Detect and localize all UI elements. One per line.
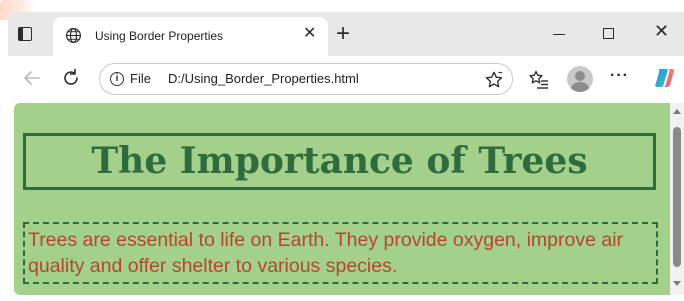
favorites-icon[interactable] — [528, 68, 550, 90]
profile-avatar-icon[interactable] — [567, 66, 593, 92]
tab-close-icon[interactable]: ✕ — [303, 26, 316, 42]
globe-icon — [65, 27, 82, 44]
back-arrow-icon[interactable] — [21, 67, 43, 89]
minimize-icon[interactable] — [553, 34, 565, 36]
page-viewport: The Importance of Trees Trees are essent… — [14, 103, 670, 295]
address-bar[interactable]: i File D:/Using_Border_Properties.html — [99, 63, 513, 95]
scroll-up-arrow-icon[interactable] — [673, 109, 681, 114]
maximize-icon[interactable] — [603, 28, 614, 39]
scheme-label: File — [130, 71, 151, 86]
browser-window: Using Border Properties ✕ + ✕ i File D:/… — [0, 0, 684, 301]
star-icon[interactable] — [484, 70, 504, 90]
tab-actions-icon[interactable] — [18, 27, 32, 41]
page-paragraph: Trees are essential to life on Earth. Th… — [28, 229, 624, 277]
page-heading: The Importance of Trees — [91, 140, 588, 182]
paragraph-dashed-box: Trees are essential to life on Earth. Th… — [23, 222, 658, 284]
heading-bordered-box: The Importance of Trees — [23, 133, 656, 190]
tab-title: Using Border Properties — [95, 29, 224, 43]
more-options-icon[interactable]: ··· — [610, 68, 629, 84]
scroll-down-arrow-icon[interactable] — [673, 281, 681, 286]
new-tab-button[interactable]: + — [336, 22, 350, 46]
vertical-scrollbar[interactable] — [670, 103, 684, 295]
tab-using-border-properties[interactable]: Using Border Properties ✕ — [53, 17, 328, 56]
window-close-icon[interactable]: ✕ — [654, 22, 669, 40]
url-text[interactable]: D:/Using_Border_Properties.html — [168, 71, 359, 86]
reload-icon[interactable] — [60, 67, 82, 89]
scroll-thumb[interactable] — [673, 127, 681, 267]
copilot-icon[interactable] — [652, 65, 678, 91]
site-info-icon[interactable]: i — [110, 72, 124, 86]
